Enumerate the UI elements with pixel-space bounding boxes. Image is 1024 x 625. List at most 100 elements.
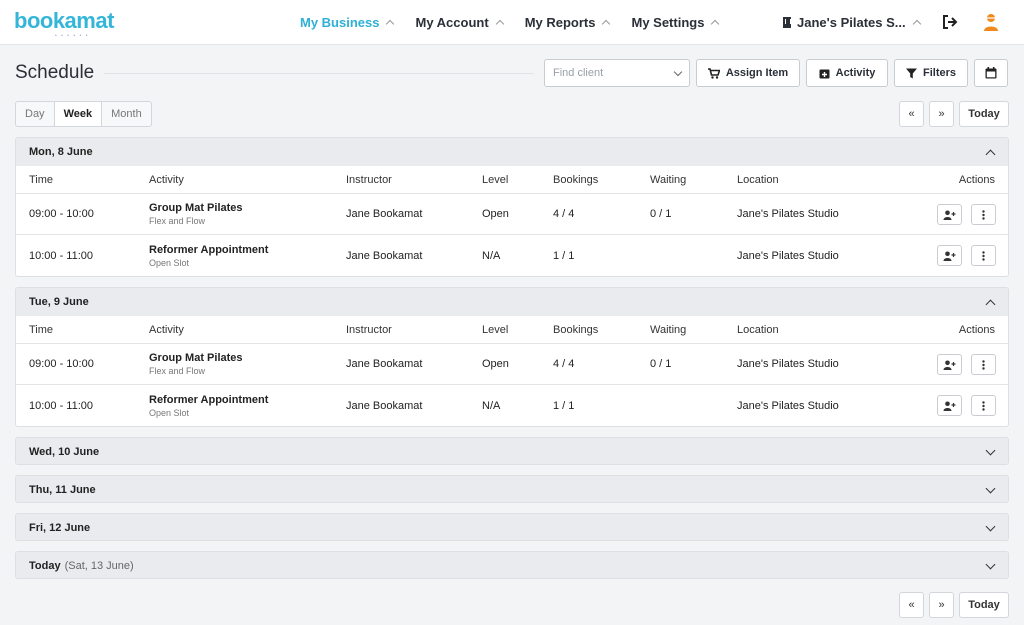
row-waiting: 0 / 1	[650, 208, 672, 220]
view-day-tab[interactable]: Day	[16, 102, 54, 126]
row-location: Jane's Pilates Studio	[737, 208, 839, 220]
day-label: Fri, 12 June	[29, 522, 91, 534]
col-time: Time	[29, 323, 54, 336]
row-activity: Group Mat Pilates Flex and Flow	[149, 352, 243, 376]
col-activity: Activity	[149, 323, 184, 336]
user-plus-icon	[943, 210, 956, 220]
more-options-button[interactable]	[971, 354, 996, 375]
more-options-button[interactable]	[971, 204, 996, 225]
day-panel-thu: Thu, 11 June	[15, 475, 1009, 503]
today-button-bottom[interactable]: Today	[959, 592, 1009, 618]
logo-dots: • • • • • •	[55, 33, 89, 39]
activity-name[interactable]: Reformer Appointment	[149, 244, 268, 256]
chevron-down-icon[interactable]	[985, 559, 996, 569]
day-label: Thu, 11 June	[29, 484, 96, 496]
day-panel-tue: Tue, 9 June Time Activity Instructor Lev…	[15, 287, 1009, 427]
nav-my-reports[interactable]: My Reports	[524, 15, 611, 30]
day-label-date: (Sat, 13 June)	[64, 560, 134, 572]
day-header[interactable]: Today (Sat, 13 June)	[16, 552, 1008, 578]
activity-sub: Flex and Flow	[149, 216, 206, 226]
business-selector[interactable]: Jane's Pilates S...	[783, 0, 921, 45]
bookamat-logo[interactable]: bookamat	[14, 8, 114, 34]
table-row[interactable]: 10:00 - 11:00 Reformer Appointment Open S…	[16, 385, 1008, 426]
chevron-up-icon[interactable]	[985, 299, 996, 309]
day-panel-wed: Wed, 10 June	[15, 437, 1009, 465]
today-button[interactable]: Today	[959, 101, 1009, 127]
add-client-button[interactable]	[937, 395, 962, 416]
assign-item-button[interactable]: Assign Item	[696, 59, 800, 87]
row-waiting: 0 / 1	[650, 358, 672, 370]
filters-button[interactable]: Filters	[894, 59, 968, 87]
row-instructor: Jane Bookamat	[346, 249, 423, 262]
row-level: N/A	[482, 249, 501, 262]
chevron-up-icon	[912, 19, 921, 29]
nav-my-account[interactable]: My Account	[415, 15, 504, 30]
view-week-tab[interactable]: Week	[53, 102, 103, 126]
col-location: Location	[737, 173, 779, 186]
cart-icon	[707, 67, 720, 79]
find-client-select[interactable]: Find client	[544, 59, 690, 87]
row-location: Jane's Pilates Studio	[737, 358, 839, 370]
row-instructor: Jane Bookamat	[346, 358, 423, 370]
add-client-button[interactable]	[937, 204, 962, 225]
building-icon	[783, 17, 791, 28]
prev-week-button[interactable]: «	[899, 101, 924, 127]
chevron-down-icon[interactable]	[985, 445, 996, 455]
activity-name[interactable]: Group Mat Pilates	[149, 352, 243, 364]
activity-sub: Flex and Flow	[149, 366, 206, 376]
assign-item-label: Assign Item	[725, 67, 789, 79]
table-row[interactable]: 10:00 - 11:00 Reformer Appointment Open S…	[16, 235, 1008, 276]
col-waiting: Waiting	[650, 323, 687, 336]
row-bookings: 1 / 1	[553, 399, 575, 412]
chevron-down-icon[interactable]	[985, 483, 996, 493]
calendar-button[interactable]	[974, 59, 1008, 87]
activity-button[interactable]: Activity	[806, 59, 888, 87]
chevron-up-icon[interactable]	[985, 149, 996, 159]
logout-icon[interactable]	[942, 15, 958, 29]
row-activity: Reformer Appointment Open Slot	[149, 244, 268, 268]
add-client-button[interactable]	[937, 354, 962, 375]
day-label: Today (Sat, 13 June)	[29, 560, 134, 572]
user-avatar-icon[interactable]	[983, 13, 999, 31]
main-nav: My Business My Account My Reports My Set…	[300, 0, 740, 45]
day-panel-today: Today (Sat, 13 June)	[15, 551, 1009, 579]
day-header[interactable]: Wed, 10 June	[16, 438, 1008, 464]
nav-label: My Reports	[524, 15, 596, 30]
nav-my-business[interactable]: My Business	[300, 15, 395, 30]
row-time: 09:00 - 10:00	[29, 208, 94, 220]
prev-week-button-bottom[interactable]: «	[899, 592, 924, 618]
row-level: Open	[482, 358, 509, 370]
user-plus-icon	[943, 251, 956, 261]
top-navbar: bookamat • • • • • • My Business My Acco…	[0, 0, 1024, 45]
nav-label: My Account	[415, 15, 489, 30]
chevron-up-icon	[386, 19, 395, 29]
row-activity: Reformer Appointment Open Slot	[149, 394, 268, 418]
more-vertical-icon	[982, 250, 985, 261]
view-month-tab[interactable]: Month	[102, 102, 151, 126]
table-row[interactable]: 09:00 - 10:00 Group Mat Pilates Flex and …	[16, 344, 1008, 385]
chevron-down-icon[interactable]	[985, 521, 996, 531]
col-level: Level	[482, 173, 509, 186]
more-options-button[interactable]	[971, 245, 996, 266]
nav-label: My Business	[300, 15, 380, 30]
more-options-button[interactable]	[971, 395, 996, 416]
day-header[interactable]: Fri, 12 June	[16, 514, 1008, 540]
activity-name[interactable]: Reformer Appointment	[149, 394, 268, 406]
col-level: Level	[482, 323, 509, 336]
add-client-button[interactable]	[937, 245, 962, 266]
col-location: Location	[737, 323, 779, 336]
next-week-button-bottom[interactable]: »	[929, 592, 954, 618]
row-activity: Group Mat Pilates Flex and Flow	[149, 202, 243, 226]
col-bookings: Bookings	[553, 173, 599, 186]
calendar-icon	[985, 67, 997, 79]
row-bookings: 1 / 1	[553, 249, 575, 262]
calendar-plus-icon	[819, 69, 830, 78]
table-row[interactable]: 09:00 - 10:00 Group Mat Pilates Flex and …	[16, 194, 1008, 235]
activity-name[interactable]: Group Mat Pilates	[149, 202, 243, 214]
table-header: Time Activity Instructor Level Bookings …	[16, 166, 1008, 194]
day-header[interactable]: Mon, 8 June	[16, 138, 1008, 166]
nav-my-settings[interactable]: My Settings	[631, 15, 720, 30]
next-week-button[interactable]: »	[929, 101, 954, 127]
day-header[interactable]: Tue, 9 June	[16, 288, 1008, 316]
day-header[interactable]: Thu, 11 June	[16, 476, 1008, 502]
